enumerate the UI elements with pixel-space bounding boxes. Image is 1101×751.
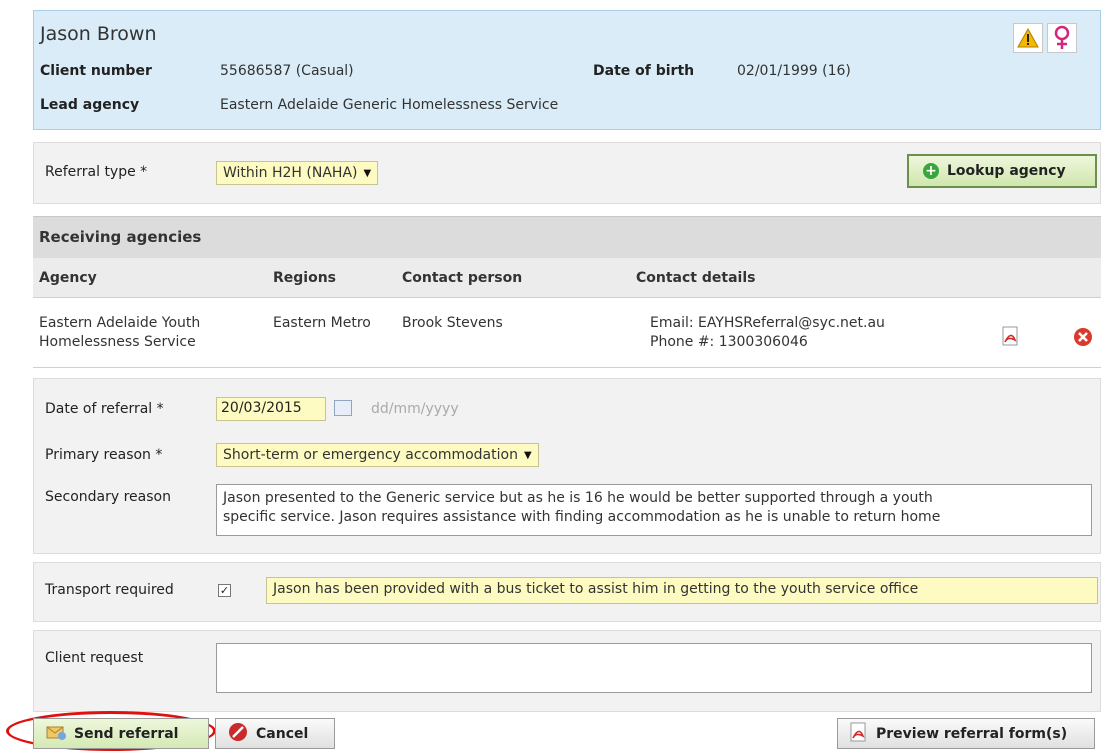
cancel-button[interactable]: Cancel xyxy=(215,718,335,749)
column-header-contact-person: Contact person xyxy=(402,270,523,286)
agency-email: Email: EAYHSReferral@syc.net.au xyxy=(650,315,885,331)
chevron-down-icon: ▼ xyxy=(523,449,532,461)
send-referral-label: Send referral xyxy=(74,725,179,742)
client-number-label: Client number xyxy=(40,63,152,79)
agency-name-line1: Eastern Adelaide Youth xyxy=(39,315,201,331)
primary-reason-value: Short-term or emergency accommodation xyxy=(223,447,518,463)
column-header-contact-details: Contact details xyxy=(636,270,756,286)
table-row: Eastern Adelaide Youth Homelessness Serv… xyxy=(33,298,1101,368)
preview-referral-button[interactable]: Preview referral form(s) xyxy=(837,718,1095,749)
agency-region: Eastern Metro xyxy=(273,315,371,331)
pdf-icon xyxy=(850,722,868,746)
agency-name-line2: Homelessness Service xyxy=(39,334,196,350)
client-summary-panel: Jason Brown Client number 55686587 (Casu… xyxy=(33,10,1101,130)
column-header-agency: Agency xyxy=(39,270,97,286)
lookup-agency-button[interactable]: + Lookup agency xyxy=(907,154,1097,188)
referral-type-value: Within H2H (NAHA) xyxy=(223,165,358,181)
cancel-label: Cancel xyxy=(256,725,309,742)
female-icon[interactable] xyxy=(1047,23,1077,53)
send-referral-button[interactable]: Send referral xyxy=(33,718,209,749)
transport-note-input[interactable]: Jason has been provided with a bus ticke… xyxy=(266,577,1098,604)
dob-value: 02/01/1999 (16) xyxy=(737,63,851,79)
secondary-reason-line1: Jason presented to the Generic service b… xyxy=(223,490,933,506)
primary-reason-label: Primary reason * xyxy=(45,447,163,463)
secondary-reason-textarea[interactable]: Jason presented to the Generic service b… xyxy=(216,484,1092,536)
receiving-agencies-title: Receiving agencies xyxy=(39,228,202,246)
calendar-icon[interactable] xyxy=(334,400,352,416)
client-request-label: Client request xyxy=(45,650,144,666)
date-format-hint: dd/mm/yyyy xyxy=(371,401,459,417)
secondary-reason-label: Secondary reason xyxy=(45,489,171,505)
remove-icon[interactable] xyxy=(1073,327,1093,351)
column-header-regions: Regions xyxy=(273,270,337,286)
primary-reason-select[interactable]: Short-term or emergency accommodation ▼ xyxy=(216,443,539,467)
lead-agency-value: Eastern Adelaide Generic Homelessness Se… xyxy=(220,97,559,113)
date-of-referral-label: Date of referral * xyxy=(45,401,164,417)
chevron-down-icon: ▼ xyxy=(363,167,372,179)
client-name: Jason Brown xyxy=(40,23,157,45)
referral-type-select[interactable]: Within H2H (NAHA) ▼ xyxy=(216,161,379,185)
pdf-icon[interactable] xyxy=(1002,326,1020,350)
agency-contact-person: Brook Stevens xyxy=(402,315,503,331)
send-icon xyxy=(46,724,66,744)
secondary-reason-line2: specific service. Jason requires assista… xyxy=(223,509,941,525)
client-number-value: 55686587 (Casual) xyxy=(220,63,354,79)
preview-referral-label: Preview referral form(s) xyxy=(876,725,1068,742)
transport-required-label: Transport required xyxy=(45,582,174,598)
transport-required-checkbox[interactable]: ✓ xyxy=(218,584,231,597)
referral-type-label: Referral type * xyxy=(45,164,148,180)
lookup-agency-label: Lookup agency xyxy=(947,163,1066,179)
add-icon: + xyxy=(923,163,939,179)
dob-label: Date of birth xyxy=(593,63,695,79)
cancel-icon xyxy=(228,722,248,746)
agencies-column-header-row: Agency Regions Contact person Contact de… xyxy=(33,258,1101,298)
lead-agency-label: Lead agency xyxy=(40,97,140,113)
agency-phone: Phone #: 1300306046 xyxy=(650,334,808,350)
client-request-textarea[interactable] xyxy=(216,643,1092,693)
warning-icon[interactable] xyxy=(1013,23,1043,53)
date-of-referral-input[interactable]: 20/03/2015 xyxy=(216,397,326,421)
receiving-agencies-header: Receiving agencies xyxy=(33,216,1101,258)
